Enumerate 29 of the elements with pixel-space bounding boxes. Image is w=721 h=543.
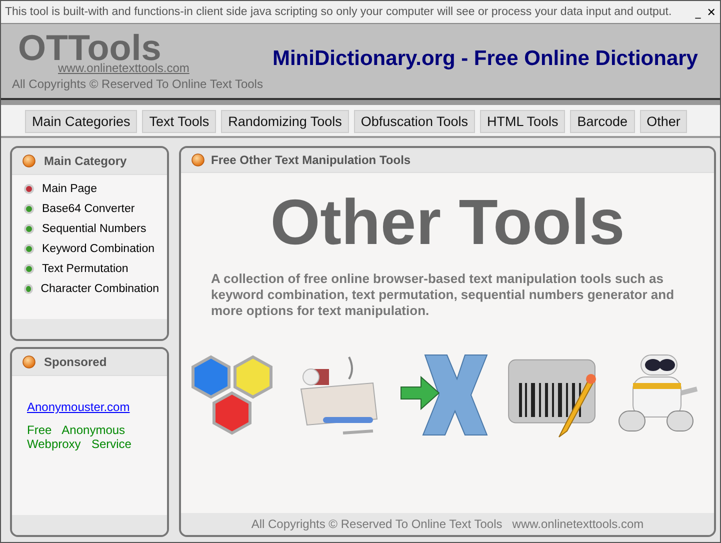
menu-item[interactable]: Keyword Combination — [24, 241, 159, 257]
page-heading: Other Tools — [269, 187, 626, 257]
orb-icon — [22, 355, 36, 369]
nav-tab[interactable]: Randomizing Tools — [221, 110, 349, 133]
page-description: A collection of free online browser-based text manipulation tools such as keyword combination, text permutation, sequential numbers generator and more options for text manipulation. — [211, 271, 676, 319]
panel-title: Sponsored — [44, 355, 107, 369]
footer-text: All Copyrights © Reserved To Online Text Tools www.onlinetexttools.com — [181, 513, 714, 535]
nav-tab[interactable]: HTML Tools — [480, 110, 566, 133]
dictionary-banner[interactable]: MiniDictionary.org - Free Online Dictionary — [272, 47, 698, 71]
nav-tab[interactable]: Barcode — [570, 110, 635, 133]
menu-item[interactable]: Sequential Numbers — [24, 221, 159, 237]
sponsor-link[interactable]: Anonymouster.com — [27, 400, 130, 414]
nav-tab[interactable]: Text Tools — [142, 110, 216, 133]
minimize-button[interactable]: _ — [695, 6, 701, 18]
menu-item[interactable]: Text Permutation — [24, 261, 159, 277]
sponsor-description: Free Anonymous Webproxy Service — [27, 423, 132, 451]
menu-item[interactable]: Base64 Converter — [24, 201, 159, 217]
orb-icon — [22, 154, 36, 168]
close-button[interactable]: ✕ — [706, 6, 716, 18]
nav-tab[interactable]: Main Categories — [25, 110, 138, 133]
panel-title: Free Other Text Manipulation Tools — [211, 153, 411, 167]
menu-item[interactable]: Main Page — [24, 181, 159, 197]
notice-text: This tool is built-with and functions-in client side java scripting so only your computer will see or process your data input and output. — [5, 6, 672, 18]
nav-tab[interactable]: Other — [640, 110, 688, 133]
nav-tab[interactable]: Obfuscation Tools — [354, 110, 475, 133]
panel-title: Main Category — [44, 154, 127, 168]
orb-icon — [191, 153, 205, 167]
copyright-text: All Copyrights © Reserved To Online Text Tools — [12, 77, 263, 91]
menu-item[interactable]: Character Combination — [24, 281, 159, 297]
